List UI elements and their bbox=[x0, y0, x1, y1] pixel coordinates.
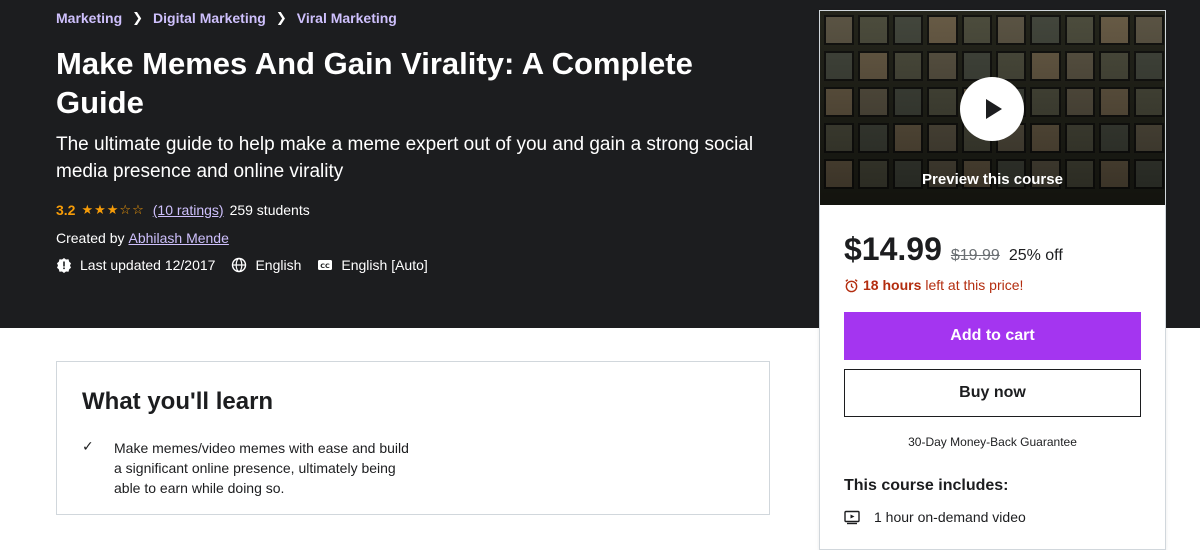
rating-value: 3.2 bbox=[56, 202, 76, 218]
breadcrumb-item-digital-marketing[interactable]: Digital Marketing bbox=[153, 10, 266, 26]
captions: CC English [Auto] bbox=[317, 257, 428, 273]
course-preview[interactable]: Preview this course bbox=[820, 11, 1165, 205]
buy-now-button[interactable]: Buy now bbox=[844, 369, 1141, 417]
money-back-guarantee: 30-Day Money-Back Guarantee bbox=[908, 435, 1077, 449]
purchase-sidebar: Preview this course $14.99 $19.99 25% of… bbox=[819, 10, 1166, 550]
alarm-clock-icon bbox=[845, 278, 858, 292]
svg-text:CC: CC bbox=[321, 262, 331, 270]
breadcrumb-item-viral-marketing[interactable]: Viral Marketing bbox=[297, 10, 397, 26]
captions-text: English [Auto] bbox=[341, 257, 428, 273]
ratings-count-link[interactable]: (10 ratings) bbox=[153, 202, 224, 218]
chevron-right-icon: ❯ bbox=[275, 10, 287, 25]
include-item: 1 hour on-demand video bbox=[844, 509, 1026, 525]
timer-text: left at this price! bbox=[925, 277, 1024, 293]
last-updated: Last updated 12/2017 bbox=[56, 257, 215, 273]
created-by-label: Created by bbox=[56, 230, 125, 246]
what-youll-learn: What you'll learn ✓ Make memes/video mem… bbox=[56, 361, 770, 515]
learn-title: What you'll learn bbox=[82, 388, 274, 415]
include-item-text: 1 hour on-demand video bbox=[874, 509, 1026, 525]
add-to-cart-button[interactable]: Add to cart bbox=[844, 312, 1141, 360]
video-icon bbox=[844, 510, 860, 525]
globe-icon bbox=[232, 257, 247, 273]
star-rating-icon: ★★★☆☆ bbox=[81, 202, 145, 217]
course-title: Make Memes And Gain Virality: A Complete… bbox=[56, 46, 693, 120]
course-subtitle: The ultimate guide to help make a meme e… bbox=[56, 134, 754, 182]
original-price: $19.99 bbox=[950, 247, 1000, 264]
includes-title: This course includes: bbox=[844, 477, 1009, 494]
play-icon bbox=[986, 99, 1002, 119]
closed-caption-icon: CC bbox=[318, 260, 333, 270]
author-link[interactable]: Abhilash Mende bbox=[128, 230, 228, 246]
play-button[interactable] bbox=[960, 77, 1024, 141]
students-count: 259 students bbox=[229, 202, 310, 218]
chevron-right-icon: ❯ bbox=[132, 10, 144, 25]
learn-item-text: Make memes/video memes with ease and bui… bbox=[114, 440, 409, 496]
discount-percent: 25% off bbox=[1008, 247, 1063, 264]
breadcrumb-item-marketing[interactable]: Marketing bbox=[56, 10, 122, 26]
learn-item: ✓ Make memes/video memes with ease and b… bbox=[82, 438, 414, 498]
check-icon: ✓ bbox=[82, 438, 94, 454]
price-timer: 18 hours left at this price! bbox=[844, 277, 1023, 293]
rating-row: 3.2 ★★★☆☆ (10 ratings) 259 students bbox=[56, 202, 310, 218]
alert-icon bbox=[57, 258, 71, 273]
last-updated-text: Last updated 12/2017 bbox=[80, 257, 216, 273]
course-meta: Last updated 12/2017 English CC English … bbox=[56, 257, 444, 273]
language-text: English bbox=[255, 257, 302, 273]
created-by: Created by Abhilash Mende bbox=[56, 230, 229, 246]
current-price: $14.99 bbox=[844, 231, 942, 267]
language: English bbox=[231, 257, 301, 273]
timer-hours: 18 hours bbox=[863, 277, 922, 293]
preview-label: Preview this course bbox=[922, 171, 1063, 188]
price-row: $14.99 $19.99 25% off bbox=[844, 231, 1063, 268]
breadcrumb: Marketing ❯ Digital Marketing ❯ Viral Ma… bbox=[56, 10, 397, 26]
